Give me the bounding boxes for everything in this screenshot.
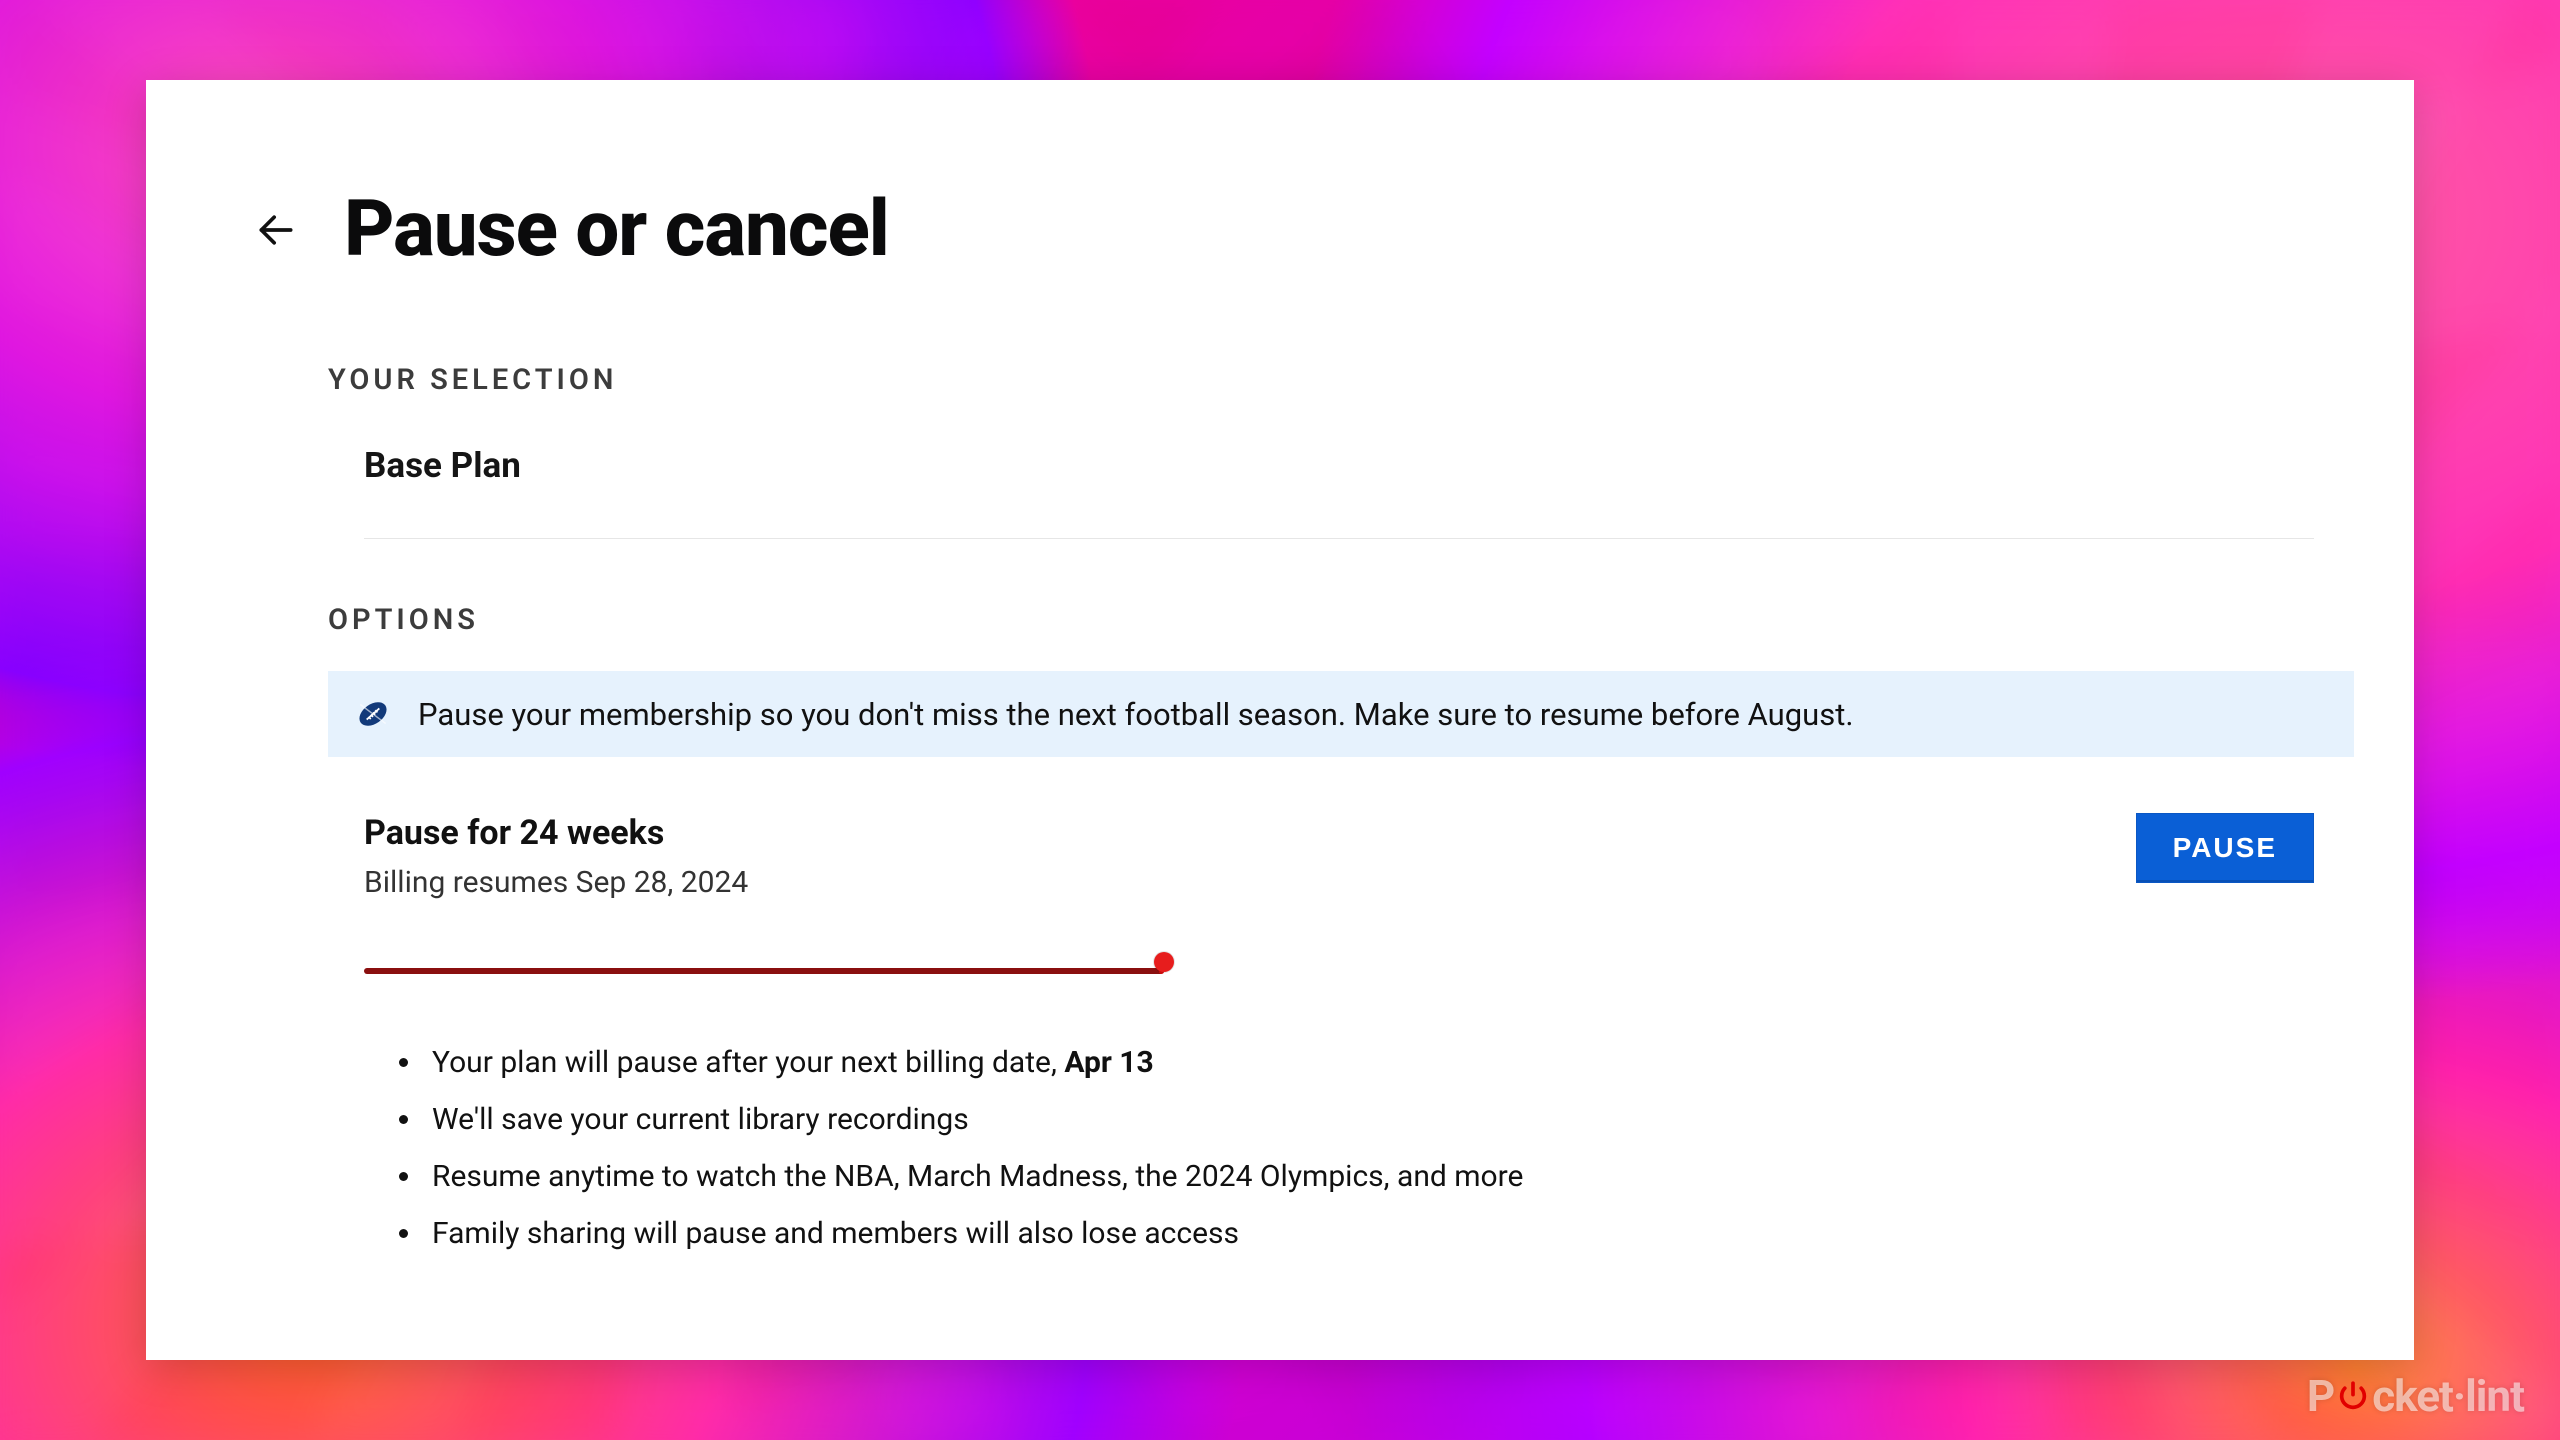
your-selection-label: YOUR SELECTION <box>328 363 2354 397</box>
watermark-text: P <box>2307 1370 2334 1422</box>
list-item: Resume anytime to watch the NBA, March M… <box>424 1148 2354 1205</box>
selected-plan-name: Base Plan <box>364 445 2354 486</box>
page-title: Pause or cancel <box>344 184 889 275</box>
list-item-text: We'll save your current library recordin… <box>432 1102 969 1137</box>
power-icon <box>2336 1379 2370 1413</box>
list-item-text: Resume anytime to watch the NBA, March M… <box>432 1159 1523 1194</box>
list-item-text: Family sharing will pause and members wi… <box>432 1216 1239 1251</box>
info-banner-text: Pause your membership so you don't miss … <box>418 696 1854 733</box>
decorative-background: Pause or cancel YOUR SELECTION Base Plan… <box>0 0 2560 1440</box>
slider-thumb[interactable] <box>1154 952 1174 972</box>
list-item: Your plan will pause after your next bil… <box>424 1034 2354 1091</box>
list-item: Family sharing will pause and members wi… <box>424 1205 2354 1262</box>
pause-details-list: Your plan will pause after your next bil… <box>406 1034 2354 1262</box>
watermark-text: cket·lint <box>2372 1370 2524 1422</box>
arrow-left-icon <box>254 208 298 252</box>
back-button[interactable] <box>248 202 304 258</box>
divider <box>364 538 2314 539</box>
list-item: We'll save your current library recordin… <box>424 1091 2354 1148</box>
info-banner: Pause your membership so you don't miss … <box>328 671 2354 757</box>
source-watermark: P cket·lint <box>2307 1370 2524 1422</box>
settings-panel: Pause or cancel YOUR SELECTION Base Plan… <box>146 80 2414 1360</box>
slider-track <box>364 968 1164 974</box>
next-billing-date: Apr 13 <box>1064 1045 1153 1080</box>
football-icon <box>354 695 392 733</box>
pause-duration-title: Pause for 24 weeks <box>364 813 748 853</box>
options-label: OPTIONS <box>328 603 2354 637</box>
list-item-text: Your plan will pause after your next bil… <box>432 1045 1064 1080</box>
pause-button[interactable]: PAUSE <box>2136 813 2314 883</box>
pause-duration-slider[interactable] <box>364 956 1164 986</box>
billing-resume-date: Billing resumes Sep 28, 2024 <box>364 865 748 900</box>
